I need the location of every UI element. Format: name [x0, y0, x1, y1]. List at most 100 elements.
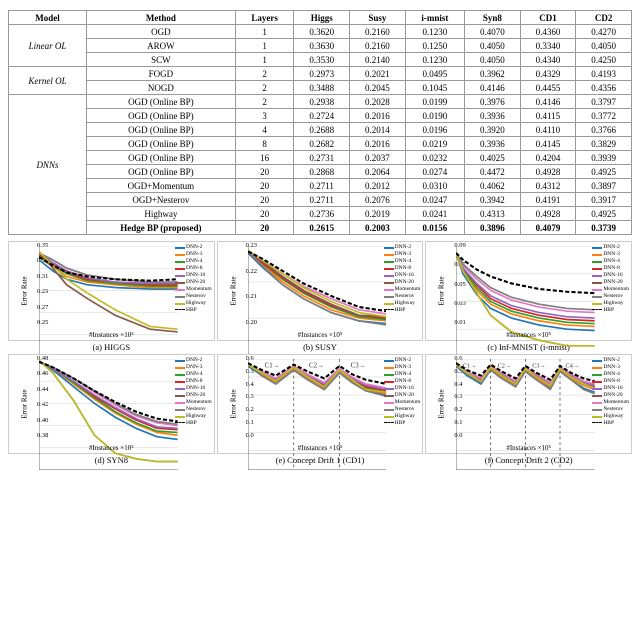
- table-cell: 20: [235, 221, 294, 235]
- legend-color: [175, 289, 185, 291]
- legend-item: HBP: [592, 307, 629, 314]
- table-cell: 16: [235, 151, 294, 165]
- legend-label: Highway: [186, 413, 206, 420]
- legend-color: [384, 254, 394, 256]
- table-cell: 1: [235, 25, 294, 39]
- legend-item: Momentum: [384, 286, 421, 293]
- legend-color: [384, 261, 394, 263]
- cd2-y-label: Error Rate: [438, 389, 446, 418]
- table-cell: 0.0196: [405, 123, 464, 137]
- table-cell: Hedge BP (proposed): [86, 221, 235, 235]
- legend-label: Momentum: [186, 399, 212, 406]
- model-label-2: DNNs: [9, 95, 87, 235]
- table-cell: 0.3340: [520, 39, 576, 53]
- legend-item: DNN-20: [175, 279, 212, 286]
- table-cell: 0.2731: [294, 151, 350, 165]
- table-cell: 0.2711: [294, 193, 350, 207]
- legend-item: HBP: [592, 420, 629, 427]
- table-cell: 0.4204: [520, 151, 576, 165]
- table-cell: 0.4472: [465, 165, 521, 179]
- susy-svg: [248, 246, 387, 357]
- legend-color: [175, 388, 185, 390]
- legend-item: Momentum: [175, 399, 212, 406]
- table-cell: 0.2016: [350, 137, 406, 151]
- legend-item: HBP: [175, 420, 212, 427]
- legend-label: DNN-4: [395, 258, 412, 265]
- model-label-1: Kernel OL: [9, 67, 87, 95]
- table-cell: 1: [235, 53, 294, 67]
- legend-item: DNN-16: [592, 272, 629, 279]
- table-cell: 0.4079: [520, 221, 576, 235]
- legend-color: [175, 303, 185, 305]
- legend-item: Momentum: [175, 286, 212, 293]
- table-cell: AROW: [86, 39, 235, 53]
- svg-text:C3→: C3→: [350, 362, 365, 369]
- col-syn8: Syn8: [465, 11, 521, 25]
- legend-label: Momentum: [603, 286, 629, 293]
- chart-higgs: Error Rate 0.350.330.310.290.270.25: [8, 241, 215, 352]
- legend-item: HBP: [384, 307, 421, 314]
- legend-label: DNN-16: [603, 385, 622, 392]
- chart-imnist: Error Rate 0.090.070.050.030.01: [425, 241, 632, 352]
- legend-label: Highway: [186, 300, 206, 307]
- legend-label: Nesterov: [395, 406, 415, 413]
- table-cell: 0.4191: [520, 193, 576, 207]
- syn8-svg: [39, 359, 178, 470]
- legend-color: [592, 416, 602, 418]
- legend-label: DNN-20: [186, 392, 205, 399]
- table-cell: 0.2140: [350, 53, 406, 67]
- higgs-y-label: Error Rate: [21, 276, 29, 305]
- legend-label: HBP: [186, 307, 197, 314]
- table-cell: 0.0232: [405, 151, 464, 165]
- table-cell: 0.3897: [576, 179, 632, 193]
- table-cell: 0.4146: [520, 95, 576, 109]
- table-cell: 0.3942: [465, 193, 521, 207]
- table-cell: 0.3917: [576, 193, 632, 207]
- chart-cd2: Error Rate 0.60.50.40.30.20.10.0: [425, 354, 632, 465]
- legend-color: [592, 309, 602, 310]
- table-cell: 0.3936: [465, 109, 521, 123]
- legend-item: DNN-2: [384, 244, 421, 251]
- susy-legend: DNN-2DNN-3DNN-4DNN-8DNN-16DNN-20Momentum…: [384, 244, 421, 314]
- legend-color: [384, 247, 394, 249]
- legend-color: [384, 374, 394, 376]
- legend-item: Nesterov: [384, 293, 421, 300]
- legend-item: DNN-2: [592, 357, 629, 364]
- table-cell: 0.4050: [465, 39, 521, 53]
- legend-color: [175, 402, 185, 404]
- legend-label: DNN-3: [395, 364, 412, 371]
- legend-label: DNN-20: [603, 279, 622, 286]
- table-cell: 0.2045: [350, 81, 406, 95]
- legend-item: DNN-4: [175, 258, 212, 265]
- legend-label: DNN-2: [186, 357, 203, 364]
- table-cell: 3: [235, 109, 294, 123]
- legend-color: [175, 296, 185, 298]
- table-cell: 0.0495: [405, 67, 464, 81]
- svg-text:C4→: C4→: [566, 362, 580, 369]
- table-cell: 0.0274: [405, 165, 464, 179]
- table-cell: 0.2014: [350, 123, 406, 137]
- table-cell: OGD (Online BP): [86, 165, 235, 179]
- legend-label: DNN-8: [186, 378, 203, 385]
- table-cell: 0.2076: [350, 193, 406, 207]
- legend-item: Highway: [592, 413, 629, 420]
- legend-color: [384, 402, 394, 404]
- legend-item: DNN-3: [175, 251, 212, 258]
- legend-item: Momentum: [592, 399, 629, 406]
- legend-item: DNN-20: [384, 279, 421, 286]
- legend-label: DNN-2: [395, 244, 412, 251]
- table-cell: 0.4312: [520, 179, 576, 193]
- legend-color: [175, 309, 185, 310]
- imnist-y-label: Error Rate: [438, 276, 446, 305]
- table-cell: 0.2037: [350, 151, 406, 165]
- table-cell: 0.3962: [465, 67, 521, 81]
- legend-color: [384, 309, 394, 310]
- legend-label: DNN-8: [603, 378, 620, 385]
- legend-item: DNN-20: [592, 392, 629, 399]
- legend-item: DNN-2: [175, 357, 212, 364]
- table-cell: OGD: [86, 25, 235, 39]
- legend-color: [384, 268, 394, 270]
- table-cell: 0.4145: [520, 137, 576, 151]
- legend-label: DNN-4: [603, 371, 620, 378]
- cd2-x-label: #Instances ×10⁵: [506, 444, 551, 452]
